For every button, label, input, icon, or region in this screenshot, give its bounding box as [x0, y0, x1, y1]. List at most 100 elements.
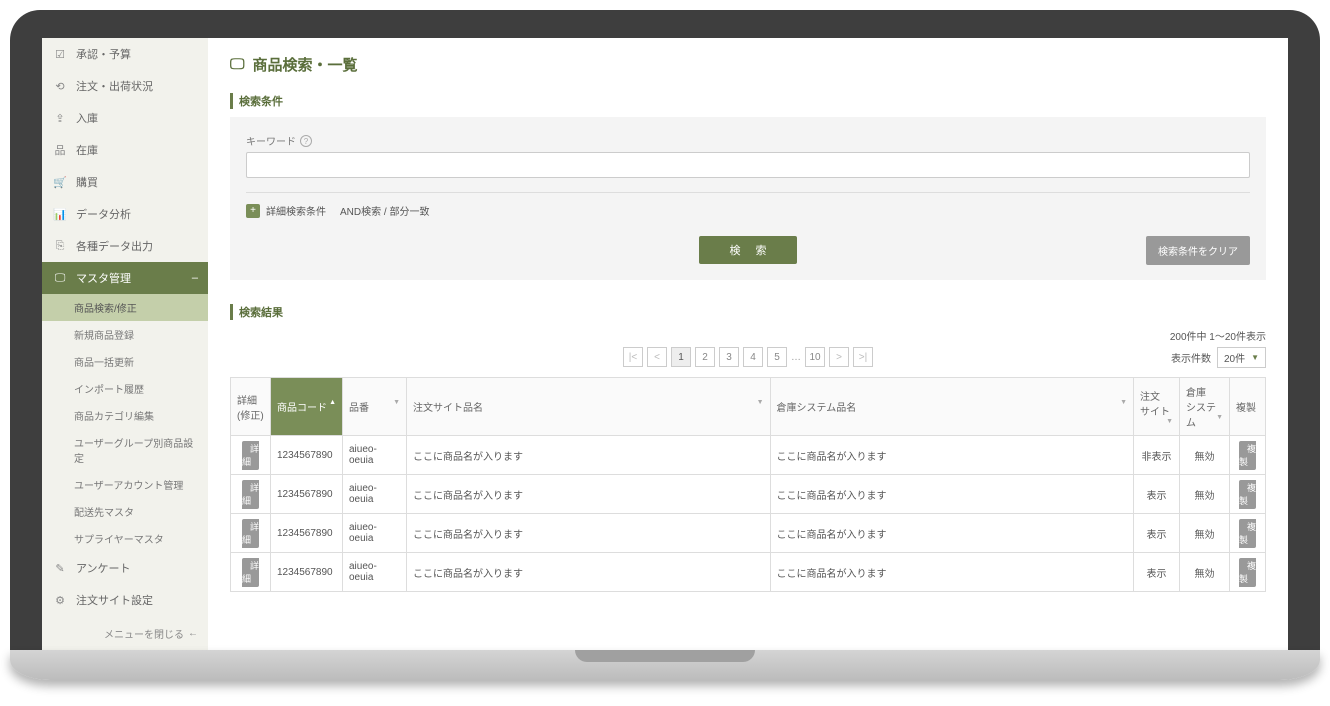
col-code[interactable]: 商品コード▲: [271, 378, 343, 436]
cell-sys: ここに商品名が入ります: [770, 514, 1134, 553]
cell-code: 1234567890: [271, 475, 343, 514]
col-order-site[interactable]: 注文 サイト▼: [1134, 378, 1180, 436]
cell-wh: 無効: [1180, 553, 1230, 592]
advanced-toggle[interactable]: + 詳細検索条件: [246, 203, 326, 218]
check-icon: ☑: [52, 48, 68, 61]
submenu-item-search[interactable]: 商品検索/修正: [42, 294, 208, 321]
cell-code: 1234567890: [271, 553, 343, 592]
cell-number: aiueo-oeuia: [343, 553, 407, 592]
copy-button[interactable]: 複製: [1239, 441, 1256, 470]
cell-order: 非表示: [1134, 436, 1180, 475]
page-4[interactable]: 4: [743, 347, 763, 367]
result-count: 200件中 1〜20件表示: [230, 328, 1266, 343]
menu-close[interactable]: メニューを閉じる ←: [42, 616, 208, 650]
sidebar-item-label: 在庫: [76, 142, 98, 158]
cell-wh: 無効: [1180, 436, 1230, 475]
submenu-item-bulk[interactable]: 商品一括更新: [42, 348, 208, 375]
col-sys-name[interactable]: 倉庫システム品名▼: [770, 378, 1134, 436]
advanced-row: + 詳細検索条件 AND検索 / 部分一致: [246, 192, 1250, 218]
sort-icon: ▼: [757, 399, 764, 406]
sidebar-item-site-settings[interactable]: ⚙ 注文サイト設定: [42, 584, 208, 616]
col-warehouse[interactable]: 倉庫 システム▼: [1180, 378, 1230, 436]
page-1[interactable]: 1: [671, 347, 691, 367]
advanced-note: AND検索 / 部分一致: [340, 203, 429, 218]
sidebar-item-label: 注文サイト設定: [76, 592, 153, 608]
clear-button[interactable]: 検索条件をクリア: [1146, 236, 1250, 265]
sidebar-item-purchase[interactable]: 🛒 購買: [42, 166, 208, 198]
page-last[interactable]: 10: [805, 347, 825, 367]
chart-icon: 📊: [52, 208, 68, 221]
cell-order: 表示: [1134, 514, 1180, 553]
detail-button[interactable]: 詳細: [242, 558, 259, 587]
export-icon: ⎘: [52, 240, 68, 253]
collapse-icon: –: [192, 272, 198, 284]
button-row: 検 索 検索条件をクリア: [246, 236, 1250, 264]
cell-code: 1234567890: [271, 436, 343, 475]
submenu-item-usergroup[interactable]: ユーザーグループ別商品設定: [42, 429, 208, 471]
cell-wh: 無効: [1180, 475, 1230, 514]
search-button[interactable]: 検 索: [699, 236, 796, 264]
main-content: 🖵 商品検索・一覧 検索条件 キーワード ? + 詳細検索条件: [208, 38, 1288, 650]
plus-icon: +: [246, 204, 260, 218]
sidebar-item-label: マスタ管理: [76, 270, 131, 286]
cell-wh: 無効: [1180, 514, 1230, 553]
col-detail: 詳細 (修正): [231, 378, 271, 436]
page-dots: …: [791, 352, 801, 363]
detail-button[interactable]: 詳細: [242, 441, 259, 470]
sidebar-item-analytics[interactable]: 📊 データ分析: [42, 198, 208, 230]
table-row: 詳細1234567890aiueo-oeuiaここに商品名が入りますここに商品名…: [231, 436, 1266, 475]
submenu-item-import[interactable]: インポート履歴: [42, 375, 208, 402]
sidebar-item-inbound[interactable]: ⇪ 入庫: [42, 102, 208, 134]
pagination: |< < 1 2 3 4 5 … 10 > >| 表示件数 20件 ▼: [230, 347, 1266, 367]
cell-order: 表示: [1134, 553, 1180, 592]
cell-sys: ここに商品名が入ります: [770, 475, 1134, 514]
cell-site: ここに商品名が入ります: [407, 436, 771, 475]
sidebar-item-orders[interactable]: ⟲ 注文・出荷状況: [42, 70, 208, 102]
copy-button[interactable]: 複製: [1239, 480, 1256, 509]
chevron-down-icon: ▼: [1251, 353, 1259, 362]
page-next[interactable]: >: [829, 347, 849, 367]
cell-number: aiueo-oeuia: [343, 436, 407, 475]
sort-asc-icon: ▲: [329, 399, 336, 406]
submenu-item-delivery[interactable]: 配送先マスタ: [42, 498, 208, 525]
table-row: 詳細1234567890aiueo-oeuiaここに商品名が入りますここに商品名…: [231, 553, 1266, 592]
in-icon: ⇪: [52, 112, 68, 125]
sort-icon: ▼: [1120, 399, 1127, 406]
page-end[interactable]: >|: [853, 347, 873, 367]
col-number[interactable]: 品番▼: [343, 378, 407, 436]
menu-close-label: メニューを閉じる: [104, 626, 184, 641]
sidebar-item-label: データ分析: [76, 206, 131, 222]
sidebar-item-master[interactable]: 🖵 マスタ管理 –: [42, 262, 208, 294]
page-first[interactable]: |<: [623, 347, 643, 367]
box-out-icon: ⟲: [52, 80, 68, 93]
keyword-input[interactable]: [246, 152, 1250, 178]
sidebar-item-export[interactable]: ⎘ 各種データ出力: [42, 230, 208, 262]
per-page-select[interactable]: 20件 ▼: [1217, 347, 1266, 368]
col-site-name[interactable]: 注文サイト品名▼: [407, 378, 771, 436]
submenu-item-category[interactable]: 商品カテゴリ編集: [42, 402, 208, 429]
detail-button[interactable]: 詳細: [242, 519, 259, 548]
sidebar-item-stock[interactable]: 品 在庫: [42, 134, 208, 166]
cart-icon: 🛒: [52, 176, 68, 189]
submenu-item-supplier[interactable]: サプライヤーマスタ: [42, 525, 208, 552]
sort-icon: ▼: [393, 399, 400, 406]
page-2[interactable]: 2: [695, 347, 715, 367]
sidebar-item-approval[interactable]: ☑ 承認・予算: [42, 38, 208, 70]
cell-sys: ここに商品名が入ります: [770, 436, 1134, 475]
edit-icon: ✎: [52, 562, 68, 575]
sidebar-item-label: アンケート: [76, 560, 131, 576]
sidebar-item-survey[interactable]: ✎ アンケート: [42, 552, 208, 584]
copy-button[interactable]: 複製: [1239, 519, 1256, 548]
cell-order: 表示: [1134, 475, 1180, 514]
cell-number: aiueo-oeuia: [343, 514, 407, 553]
submenu-item-account[interactable]: ユーザーアカウント管理: [42, 471, 208, 498]
copy-button[interactable]: 複製: [1239, 558, 1256, 587]
submenu-item-new[interactable]: 新規商品登録: [42, 321, 208, 348]
page-prev[interactable]: <: [647, 347, 667, 367]
detail-button[interactable]: 詳細: [242, 480, 259, 509]
page-5[interactable]: 5: [767, 347, 787, 367]
help-icon[interactable]: ?: [300, 135, 312, 147]
page-3[interactable]: 3: [719, 347, 739, 367]
sidebar: ☑ 承認・予算 ⟲ 注文・出荷状況 ⇪ 入庫 品 在庫 🛒 購買: [42, 38, 208, 650]
arrow-left-icon: ←: [188, 628, 198, 639]
